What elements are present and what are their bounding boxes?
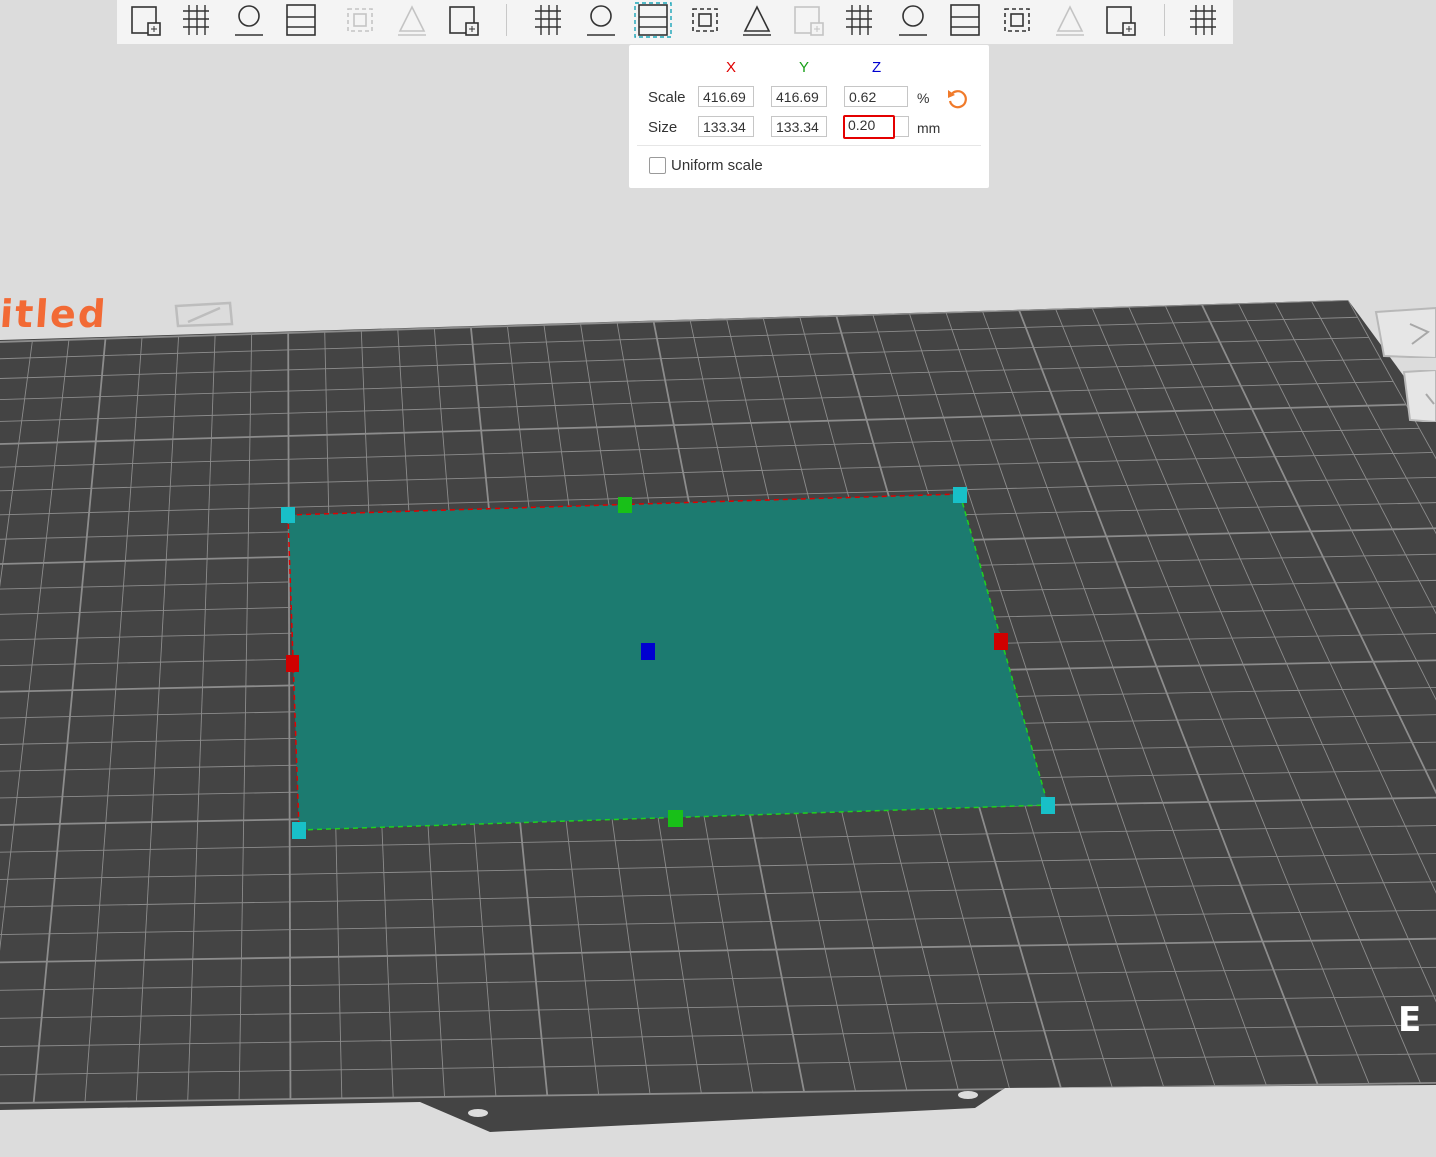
- corner-handle-top-right[interactable]: [953, 487, 967, 503]
- plate-side-button-2[interactable]: [1400, 370, 1436, 422]
- measure-icon[interactable]: [995, 0, 1039, 40]
- corner-handle-bottom-left[interactable]: [292, 822, 306, 839]
- text-emboss-icon[interactable]: [943, 0, 987, 40]
- toolbar-separator: [1164, 4, 1165, 36]
- size-y-field[interactable]: 133.34: [771, 116, 827, 137]
- add-object-icon[interactable]: [124, 0, 168, 40]
- y-handle-top[interactable]: [618, 497, 632, 513]
- top-toolbar: [117, 0, 1233, 44]
- support-painting-icon[interactable]: [838, 0, 882, 40]
- scale-z-field[interactable]: 0.62: [844, 86, 908, 107]
- plate-logo: E: [1398, 1000, 1422, 1040]
- rotate-icon[interactable]: [579, 0, 623, 40]
- arrange-icon[interactable]: [279, 0, 323, 40]
- edit-pencil-icon[interactable]: [172, 300, 236, 330]
- add-plate-icon[interactable]: [175, 0, 219, 40]
- scale-row-label: Scale: [648, 89, 686, 106]
- axis-x-label: X: [726, 59, 737, 76]
- size-unit: mm: [917, 120, 941, 136]
- scale-icon[interactable]: [631, 0, 675, 40]
- mesh-boolean-icon[interactable]: [787, 0, 831, 40]
- scale-x-field[interactable]: 416.69: [698, 86, 754, 107]
- reset-rotate-icon[interactable]: [946, 87, 968, 109]
- uniform-scale-checkbox[interactable]: [649, 157, 666, 174]
- variable-layer-height-icon[interactable]: [442, 0, 486, 40]
- scale-unit: %: [917, 90, 930, 106]
- size-z-field-spacer: [895, 116, 909, 137]
- selected-object[interactable]: [288, 494, 1048, 830]
- move-icon[interactable]: [527, 0, 571, 40]
- size-row-label: Size: [648, 119, 678, 136]
- corner-handle-bottom-right[interactable]: [1041, 797, 1055, 814]
- corner-handle-top-left[interactable]: [281, 507, 295, 523]
- plate-name: itled: [0, 292, 109, 336]
- split-parts-icon[interactable]: [390, 0, 434, 40]
- z-handle-center[interactable]: [641, 643, 655, 660]
- x-handle-right[interactable]: [994, 633, 1008, 650]
- panel-divider: [637, 145, 981, 146]
- split-objects-icon[interactable]: [338, 0, 382, 40]
- plate-side-button-1[interactable]: [1372, 306, 1436, 358]
- plate-hole-right: [958, 1091, 978, 1099]
- brim-ears-icon[interactable]: [1099, 0, 1143, 40]
- lay-on-face-icon[interactable]: [683, 0, 727, 40]
- seam-painting-icon[interactable]: [891, 0, 935, 40]
- puzzle-icon[interactable]: [1182, 0, 1226, 40]
- toolbar-separator: [506, 4, 507, 36]
- x-handle-left[interactable]: [286, 655, 299, 672]
- size-x-field[interactable]: 133.34: [698, 116, 754, 137]
- axis-y-label: Y: [799, 59, 810, 76]
- y-handle-bottom[interactable]: [668, 810, 683, 827]
- cut-icon[interactable]: [735, 0, 779, 40]
- uniform-scale-label: Uniform scale: [671, 157, 763, 174]
- plate-hole-left: [468, 1109, 488, 1117]
- size-z-field[interactable]: 0.20: [843, 115, 895, 139]
- assembly-icon[interactable]: [1048, 0, 1092, 40]
- scale-y-field[interactable]: 416.69: [771, 86, 827, 107]
- axis-z-label: Z: [872, 59, 882, 76]
- auto-orient-icon[interactable]: [227, 0, 271, 40]
- scale-panel: X Y Z Scale 416.69 416.69 0.62 % Size 13…: [629, 45, 989, 188]
